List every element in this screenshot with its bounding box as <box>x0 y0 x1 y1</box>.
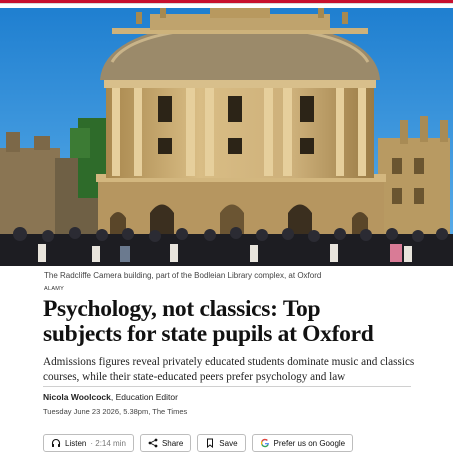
listen-label: Listen <box>65 438 87 448</box>
listen-duration: · 2:14 min <box>90 438 126 448</box>
prefer-google-button[interactable]: Prefer us on Google <box>251 434 354 452</box>
publish-date: Tuesday June 23 2026, 5.38pm, The Times <box>43 407 188 416</box>
save-label: Save <box>219 438 238 448</box>
byline-divider <box>43 386 411 387</box>
hero-image <box>0 8 453 266</box>
share-icon <box>148 438 158 448</box>
standfirst-line-1: Admissions figures reveal privately educ… <box>43 356 415 368</box>
header-divider <box>0 3 453 4</box>
article-headline: Psychology, not classics: Top subjects f… <box>43 297 448 347</box>
headphones-icon <box>51 438 61 448</box>
standfirst-line-2: courses, while their state-educated peer… <box>43 370 346 383</box>
author-role: , Education Editor <box>110 392 178 402</box>
save-button[interactable]: Save <box>197 434 246 452</box>
headline-line-1: Psychology, not classics: Top <box>43 296 321 322</box>
share-label: Share <box>161 438 184 448</box>
article-actions: Listen · 2:14 min Share Save Prefer us o… <box>43 434 354 452</box>
article-standfirst: Admissions figures reveal privately educ… <box>43 355 448 384</box>
image-credit: ALAMY <box>44 286 65 292</box>
headline-line-2: subjects for state pupils at Oxford <box>43 321 374 347</box>
bookmark-icon <box>205 438 215 448</box>
share-button[interactable]: Share <box>139 434 192 452</box>
google-g-icon <box>260 438 270 448</box>
prefer-google-label: Prefer us on Google <box>273 438 346 448</box>
byline: Nicola Woolcock, Education Editor <box>43 392 178 402</box>
listen-button[interactable]: Listen · 2:14 min <box>43 434 134 452</box>
author-link[interactable]: Nicola Woolcock <box>43 392 111 402</box>
image-caption: The Radcliffe Camera building, part of t… <box>44 271 322 280</box>
